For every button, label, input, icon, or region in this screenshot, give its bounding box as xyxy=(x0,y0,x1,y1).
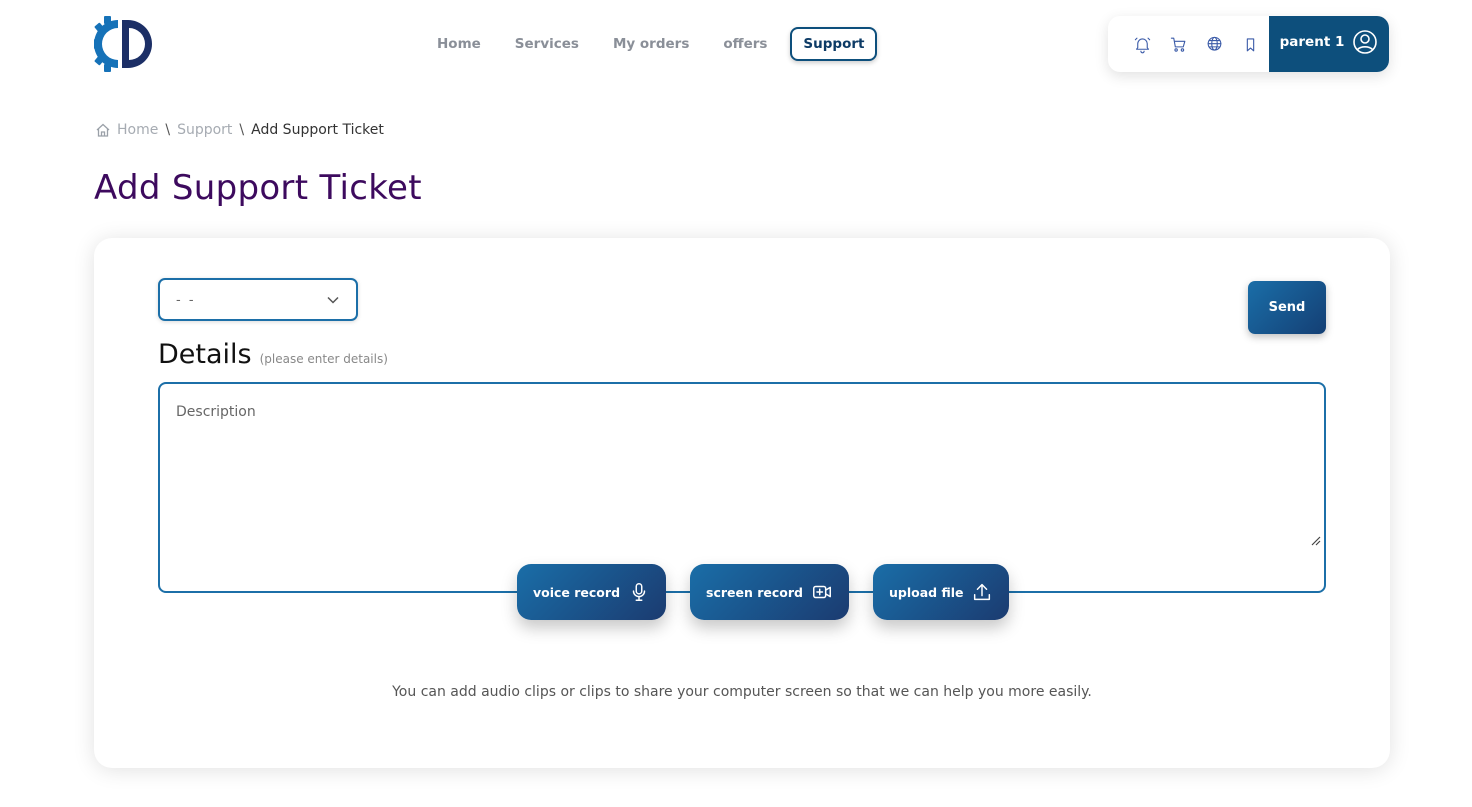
ticket-type-select[interactable]: - - xyxy=(158,278,358,321)
cart-icon[interactable] xyxy=(1160,16,1196,72)
attachment-actions: voice record screen record upload file xyxy=(517,564,1010,620)
page-title: Add Support Ticket xyxy=(94,168,422,208)
breadcrumb-home[interactable]: Home xyxy=(117,122,158,138)
globe-icon[interactable] xyxy=(1196,16,1232,72)
header-toolbar: parent 1 xyxy=(1108,16,1389,72)
microphone-icon xyxy=(632,583,646,601)
description-input[interactable] xyxy=(160,384,1324,591)
breadcrumb-current: Add Support Ticket xyxy=(251,122,384,138)
nav-item-services[interactable]: Services xyxy=(498,27,596,61)
send-button[interactable]: Send xyxy=(1248,281,1326,334)
resize-handle-icon[interactable] xyxy=(1309,531,1321,546)
upload-file-button[interactable]: upload file xyxy=(873,564,1010,620)
details-label: Details (please enter details) xyxy=(158,339,388,370)
chevron-down-icon xyxy=(327,296,339,304)
select-value: - - xyxy=(176,293,196,308)
brand-logo[interactable] xyxy=(94,14,156,74)
ticket-form-card: - - Send Details (please enter details) … xyxy=(94,238,1390,768)
nav-item-support[interactable]: Support xyxy=(790,27,878,61)
user-avatar-icon xyxy=(1353,30,1378,54)
nav-item-my-orders[interactable]: My orders xyxy=(596,27,706,61)
attachment-hint: You can add audio clips or clips to shar… xyxy=(392,684,1092,700)
details-heading: Details xyxy=(158,339,252,370)
nav-item-offers[interactable]: offers xyxy=(706,27,784,61)
nav-item-home[interactable]: Home xyxy=(420,27,498,61)
video-plus-icon xyxy=(813,585,831,599)
breadcrumb-separator: \ xyxy=(165,122,171,138)
breadcrumb-separator: \ xyxy=(239,122,245,138)
details-hint: (please enter details) xyxy=(259,352,388,366)
user-menu-button[interactable]: parent 1 xyxy=(1269,16,1389,72)
upload-icon xyxy=(974,583,991,601)
bookmark-icon[interactable] xyxy=(1232,16,1268,72)
upload-file-label: upload file xyxy=(889,584,964,600)
screen-record-button[interactable]: screen record xyxy=(690,564,849,620)
bell-icon[interactable] xyxy=(1124,16,1160,72)
voice-record-label: voice record xyxy=(533,584,621,600)
screen-record-label: screen record xyxy=(706,584,803,600)
header-icons xyxy=(1108,16,1269,72)
breadcrumb-support[interactable]: Support xyxy=(177,122,232,138)
user-name: parent 1 xyxy=(1279,34,1345,50)
home-icon[interactable] xyxy=(95,118,117,142)
main-nav: Home Services My orders offers Support xyxy=(420,27,878,61)
description-field-wrapper xyxy=(158,382,1326,593)
voice-record-button[interactable]: voice record xyxy=(517,564,667,620)
breadcrumb: Home \ Support \ Add Support Ticket xyxy=(95,120,384,140)
